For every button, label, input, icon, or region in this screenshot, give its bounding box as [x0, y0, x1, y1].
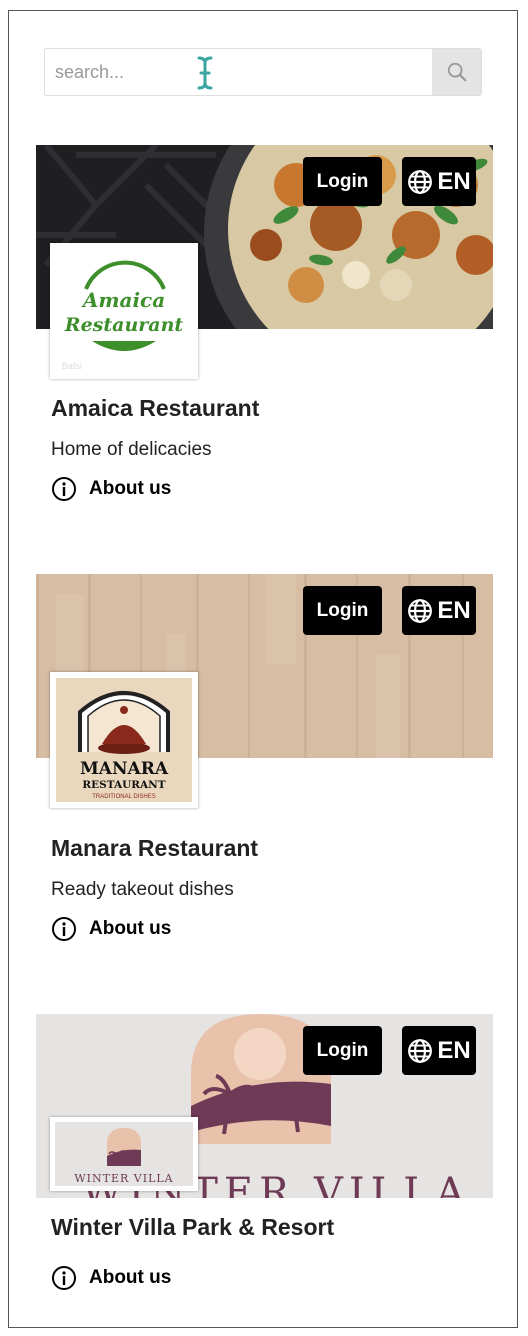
restaurant-logo: Amaica Restaurant Bafsi: [50, 243, 198, 379]
login-button[interactable]: Login: [303, 1026, 382, 1075]
language-label: EN: [437, 167, 471, 195]
globe-icon: [408, 598, 433, 623]
about-us-label: About us: [89, 1267, 172, 1288]
logo-text-line1: Amaica: [81, 288, 165, 312]
info-icon: [52, 477, 76, 501]
search-bar: [44, 48, 482, 96]
info-icon: [52, 917, 76, 941]
about-us-link[interactable]: About us: [51, 476, 171, 502]
logo-text-line1: MANARA: [80, 759, 169, 779]
logo-text-line3: TRADITIONAL DISHES: [92, 794, 155, 800]
restaurant-name: Manara Restaurant: [51, 835, 259, 861]
search-icon: [447, 62, 466, 82]
logo-text-line1: WINTER VILLA: [74, 1172, 173, 1185]
text-cursor-icon: [197, 56, 213, 90]
logo-text-line2: RESTAURANT: [82, 779, 165, 791]
logo-text-line2: Restaurant: [64, 314, 184, 336]
search-button[interactable]: [432, 49, 481, 95]
search-input[interactable]: [45, 49, 433, 95]
login-button[interactable]: Login: [303, 157, 382, 206]
restaurant-tagline: Home of delicacies: [51, 439, 212, 460]
language-button[interactable]: EN: [402, 157, 476, 206]
language-label: EN: [437, 1036, 471, 1064]
globe-icon: [408, 169, 433, 194]
about-us-link[interactable]: About us: [51, 1265, 171, 1291]
restaurant-logo: MANARA RESTAURANT TRADITIONAL DISHES: [50, 672, 198, 808]
about-us-label: About us: [89, 918, 172, 939]
globe-icon: [408, 1038, 433, 1063]
logo-caption: Bafsi: [62, 361, 82, 371]
language-label: EN: [437, 596, 471, 624]
login-button[interactable]: Login: [303, 586, 382, 635]
restaurant-logo: WINTER VILLA: [50, 1117, 198, 1191]
info-icon: [52, 1266, 76, 1290]
about-us-link[interactable]: About us: [51, 916, 171, 942]
about-us-label: About us: [89, 478, 172, 499]
restaurant-name: Amaica Restaurant: [51, 395, 260, 421]
language-button[interactable]: EN: [402, 1026, 476, 1075]
language-button[interactable]: EN: [402, 586, 476, 635]
restaurant-tagline: Ready takeout dishes: [51, 879, 234, 900]
restaurant-name: Winter Villa Park & Resort: [51, 1214, 335, 1240]
